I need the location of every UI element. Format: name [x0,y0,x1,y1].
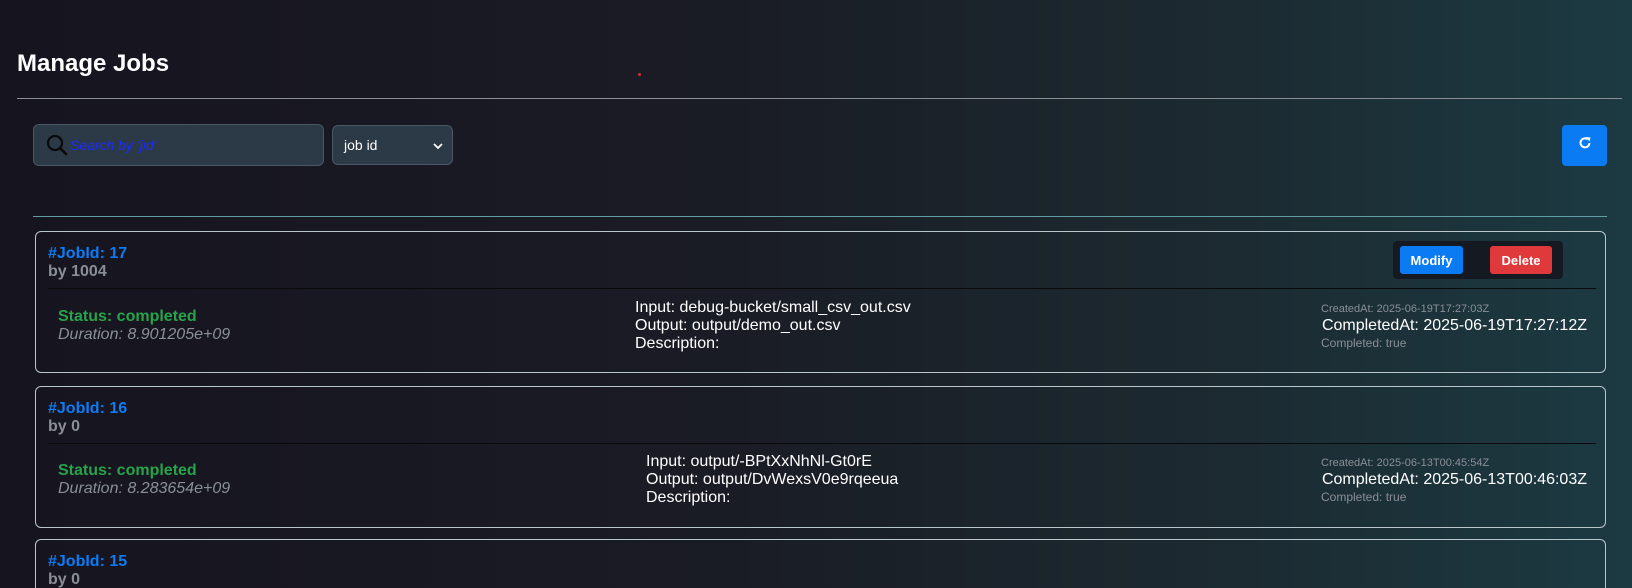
job-duration: Duration: 8.901205e+09 [58,326,231,343]
job-owner: by 1004 [48,263,107,280]
job-id: #JobId: 16 [48,400,128,417]
job-input: Input: debug-bucket/small_csv_out.csv [635,299,911,316]
job-created-at: CreatedAt: 2025-06-13T00:45:54Z [1321,457,1490,469]
filter-select[interactable]: job id [332,125,453,165]
chevron-down-icon [432,139,444,151]
job-owner: by 0 [48,418,81,435]
marker-dot [638,73,641,76]
job-completed-flag: Completed: true [1321,490,1407,504]
job-description: Description: [646,489,731,506]
list-divider [33,216,1607,217]
job-actions: Modify Delete [1393,241,1563,279]
job-description: Description: [635,335,720,352]
job-status: Status: completed [58,308,197,325]
job-created-at: CreatedAt: 2025-06-19T17:27:03Z [1321,303,1490,315]
job-output: Output: output/DvWexsV0e9rqeeua [646,471,899,488]
job-input: Input: output/-BPtXxNhNl-Gt0rE [646,453,872,470]
refresh-icon [1578,136,1592,155]
job-card: #JobId: 17 by 1004 Modify Delete Status:… [35,231,1606,373]
job-completed-at: CompletedAt: 2025-06-19T17:27:12Z [1321,317,1587,334]
job-id: #JobId: 15 [48,553,128,570]
job-owner: by 0 [48,571,81,588]
card-divider [48,443,1596,444]
search-box[interactable] [33,124,324,166]
job-output: Output: output/demo_out.csv [635,317,841,334]
filter-selected-value: job id [344,137,378,153]
job-id: #JobId: 17 [48,245,128,262]
job-completed-at: CompletedAt: 2025-06-13T00:46:03Z [1321,471,1587,488]
refresh-button[interactable] [1562,125,1607,166]
header-divider [17,98,1622,99]
delete-button[interactable]: Delete [1490,246,1552,274]
card-divider [48,288,1596,289]
page-title: Manage Jobs [17,50,170,77]
job-card: #JobId: 16 by 0 Status: completed Durati… [35,386,1606,528]
job-duration: Duration: 8.283654e+09 [58,480,231,497]
search-input[interactable] [70,137,320,153]
job-status: Status: completed [58,462,197,479]
job-card: #JobId: 15 by 0 [35,539,1606,588]
job-completed-flag: Completed: true [1321,336,1407,350]
search-icon [46,134,68,156]
modify-button[interactable]: Modify [1400,246,1463,274]
